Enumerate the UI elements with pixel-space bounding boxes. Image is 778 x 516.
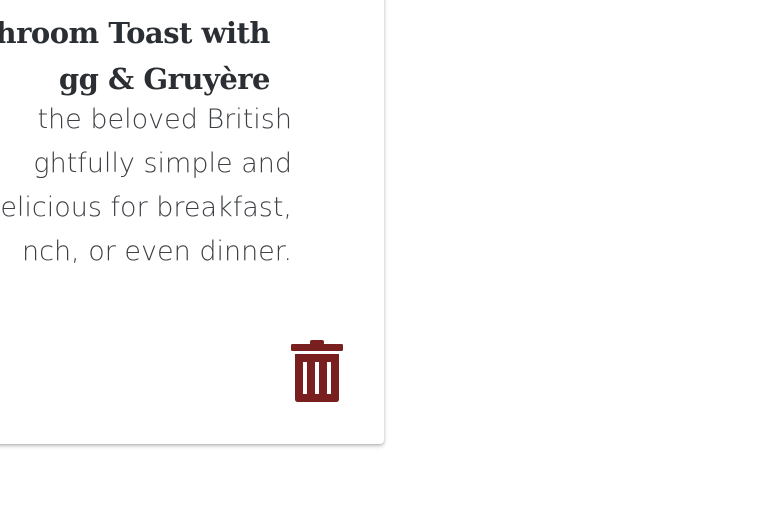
recipe-description-line: elicious for breakfast, — [0, 192, 292, 223]
delete-button[interactable] — [288, 340, 346, 404]
trash-icon — [291, 340, 343, 402]
recipe-card: ushroom Toast with gg & Gruyère the belo… — [0, 0, 384, 444]
viewport: ushroom Toast with gg & Gruyère the belo… — [0, 0, 778, 516]
recipe-title: ushroom Toast with gg & Gruyère — [0, 10, 271, 102]
recipe-description-line: ghtfully simple and — [33, 148, 292, 179]
recipe-description-line: nch, or even dinner. — [21, 236, 292, 267]
recipe-description-line: the beloved British — [37, 104, 292, 135]
recipe-title-line: ushroom Toast with — [0, 16, 271, 50]
recipe-description: the beloved British ghtfully simple and … — [0, 98, 292, 274]
recipe-title-line: gg & Gruyère — [58, 62, 271, 96]
